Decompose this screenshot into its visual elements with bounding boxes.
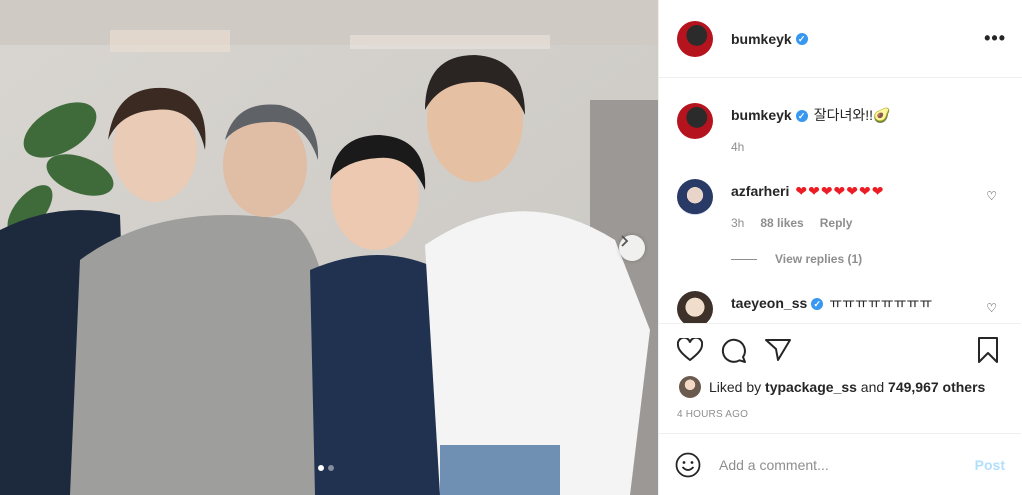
liked-by-and: and	[860, 379, 885, 395]
carousel-next-button[interactable]	[619, 235, 645, 261]
liker-avatar[interactable]	[679, 376, 701, 398]
carousel-indicator	[318, 465, 334, 471]
post-comment-button[interactable]: Post	[975, 457, 1005, 473]
comments-list: bumkeyk ✓ 잘다녀와!!🥑 4h azfarheri ❤❤❤❤❤❤❤ 3h 8…	[659, 79, 1021, 323]
comment-like-heart-icon[interactable]: ♡	[986, 189, 997, 203]
liked-by-user[interactable]: typackage_ss	[765, 379, 857, 395]
post-header: bumkeyk ✓ •••	[659, 0, 1022, 78]
comment-text: ㅠㅠㅠㅠㅠㅠㅠㅠ	[829, 295, 933, 311]
author-username[interactable]: bumkeyk	[731, 31, 792, 47]
author-avatar[interactable]	[677, 20, 713, 57]
share-icon[interactable]	[765, 338, 791, 362]
commenter-username[interactable]: taeyeon_ss	[731, 295, 807, 311]
photo-illustration	[0, 0, 658, 495]
more-options-icon[interactable]: •••	[984, 28, 1006, 49]
caption-author-avatar[interactable]	[677, 103, 713, 139]
add-comment-bar: Post	[659, 433, 1021, 495]
post-details-panel: bumkeyk ✓ ••• bumkeyk ✓ 잘다녀와!!🥑 4h azfarhe…	[658, 0, 1022, 495]
verified-badge-icon: ✓	[811, 298, 824, 311]
emoji-icon[interactable]	[675, 452, 701, 478]
comment-icon[interactable]	[721, 338, 747, 364]
divider-line	[731, 258, 757, 260]
verified-badge-icon: ✓	[795, 32, 808, 45]
comment-likes[interactable]: 88 likes	[760, 214, 803, 232]
commenter-avatar[interactable]	[677, 291, 713, 323]
action-icons	[675, 336, 1005, 366]
view-replies-label: View replies (1)	[775, 252, 863, 266]
post-actions: Liked by typackage_ss and 749,967 others…	[659, 323, 1021, 433]
post-photo[interactable]	[0, 0, 658, 495]
verified-badge-icon: ✓	[795, 110, 808, 123]
caption-author-username[interactable]: bumkeyk	[731, 107, 792, 123]
like-heart-icon[interactable]	[677, 338, 703, 362]
carousel-dot-active	[318, 465, 324, 471]
liked-by: Liked by typackage_ss and 749,967 others	[679, 376, 985, 398]
caption-text: 잘다녀와!!🥑	[813, 107, 891, 123]
liked-by-count[interactable]: 749,967 others	[888, 379, 985, 395]
comment-input[interactable]	[719, 456, 975, 473]
post-timestamp[interactable]: 4 HOURS AGO	[677, 409, 748, 420]
caption-age[interactable]: 4h	[731, 138, 744, 156]
carousel-dot	[328, 465, 334, 471]
reply-button[interactable]: Reply	[820, 214, 853, 232]
comment-age[interactable]: 3h	[731, 214, 744, 232]
view-replies-button[interactable]: View replies (1)	[731, 252, 862, 266]
commenter-avatar[interactable]	[677, 179, 713, 215]
comment-meta: 3h 88 likes Reply	[731, 214, 884, 232]
liked-by-prefix: Liked by	[709, 379, 762, 395]
caption-meta: 4h	[731, 138, 890, 156]
commenter-username[interactable]: azfarheri	[731, 183, 789, 199]
comment-like-heart-icon[interactable]: ♡	[986, 301, 997, 315]
chevron-right-icon	[621, 235, 629, 247]
save-bookmark-icon[interactable]	[977, 337, 999, 363]
caption: bumkeyk ✓ 잘다녀와!!🥑 4h	[677, 103, 890, 156]
comment-text: ❤❤❤❤❤❤❤	[795, 183, 885, 199]
comment-item: azfarheri ❤❤❤❤❤❤❤ 3h 88 likes Reply	[677, 179, 884, 232]
comment-item: taeyeon_ss ✓ ㅠㅠㅠㅠㅠㅠㅠㅠ	[677, 291, 932, 323]
